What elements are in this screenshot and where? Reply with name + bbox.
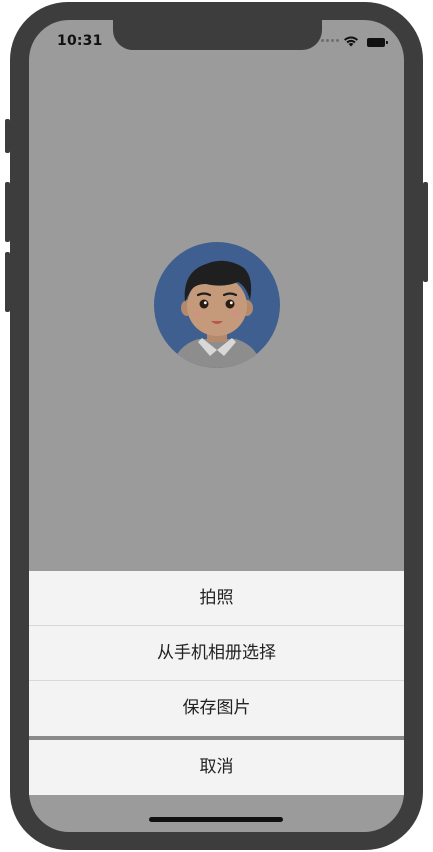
choose-from-album-button[interactable]: 从手机相册选择	[29, 626, 404, 681]
take-photo-button[interactable]: 拍照	[29, 571, 404, 626]
man-avatar-icon[interactable]	[154, 242, 280, 368]
battery-icon	[367, 38, 388, 47]
cancel-button[interactable]: 取消	[29, 740, 404, 795]
save-image-button[interactable]: 保存图片	[29, 681, 404, 736]
mute-switch	[5, 119, 10, 153]
wifi-icon	[344, 36, 358, 47]
power-button	[423, 182, 428, 282]
screen: 10:31 拍照 从手机相册选择 保存图片 取消	[29, 20, 404, 832]
volume-up-button	[5, 182, 10, 242]
notch	[113, 20, 322, 50]
signal-icon	[321, 39, 339, 42]
action-sheet: 拍照 从手机相册选择 保存图片 取消	[29, 571, 404, 795]
status-time: 10:31	[57, 33, 103, 49]
home-indicator[interactable]	[149, 817, 283, 822]
volume-down-button	[5, 252, 10, 312]
